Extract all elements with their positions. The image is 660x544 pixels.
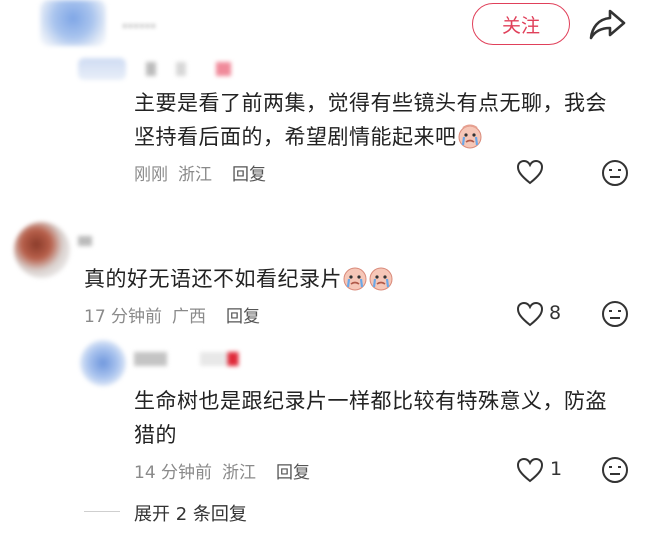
header-username[interactable]: ……: [122, 12, 202, 32]
like-count: 8: [549, 302, 562, 324]
comment-time: 刚刚: [134, 165, 168, 185]
emoji-face-icon[interactable]: [601, 159, 629, 187]
heart-icon[interactable]: [516, 159, 544, 185]
crying-face-icon: [458, 124, 481, 149]
like-count: 1: [550, 458, 563, 480]
comment-meta: 14 分钟前 浙江 回复: [134, 458, 310, 483]
reply-button[interactable]: 回复: [276, 458, 310, 483]
reply-button[interactable]: 回复: [232, 160, 266, 185]
commenter-avatar[interactable]: [14, 222, 70, 278]
crying-face-icon: [369, 267, 393, 291]
share-arrow-icon[interactable]: [588, 6, 628, 42]
comment-meta: 17 分钟前 广西 回复: [84, 302, 260, 327]
emoji-face-icon[interactable]: [601, 300, 629, 328]
comment-time: 14 分钟前: [134, 463, 213, 483]
comment-location: 广西: [172, 307, 207, 327]
crying-face-icon: [343, 267, 367, 291]
header-avatar[interactable]: [40, 0, 106, 46]
comment-text: 真的好无语还不如看纪录片: [84, 262, 584, 296]
comment-location: 浙江: [222, 463, 257, 483]
reply-button[interactable]: 回复: [226, 302, 260, 327]
comment-location: 浙江: [178, 165, 212, 185]
commenter-name[interactable]: [134, 352, 244, 366]
heart-icon[interactable]: [516, 457, 544, 483]
commenter-avatar[interactable]: [80, 340, 126, 386]
expand-divider: [84, 511, 120, 512]
comment-text: 主要是看了前两集，觉得有些镜头有点无聊，我会坚持看后面的，希望剧情能起来吧: [134, 91, 607, 149]
emoji-face-icon[interactable]: [601, 456, 629, 484]
comment-text: 生命树也是跟纪录片一样都比较有特殊意义，防盗猎的: [134, 389, 607, 447]
expand-replies-button[interactable]: 展开 2 条回复: [134, 500, 247, 526]
heart-icon[interactable]: [516, 301, 544, 327]
follow-button[interactable]: 关注: [472, 3, 570, 45]
commenter-name[interactable]: [78, 236, 92, 246]
comment-time: 17 分钟前: [84, 307, 163, 327]
commenter-name[interactable]: [146, 62, 246, 76]
comment-meta: 刚刚 浙江 回复: [134, 160, 266, 185]
commenter-avatar[interactable]: [78, 58, 126, 80]
